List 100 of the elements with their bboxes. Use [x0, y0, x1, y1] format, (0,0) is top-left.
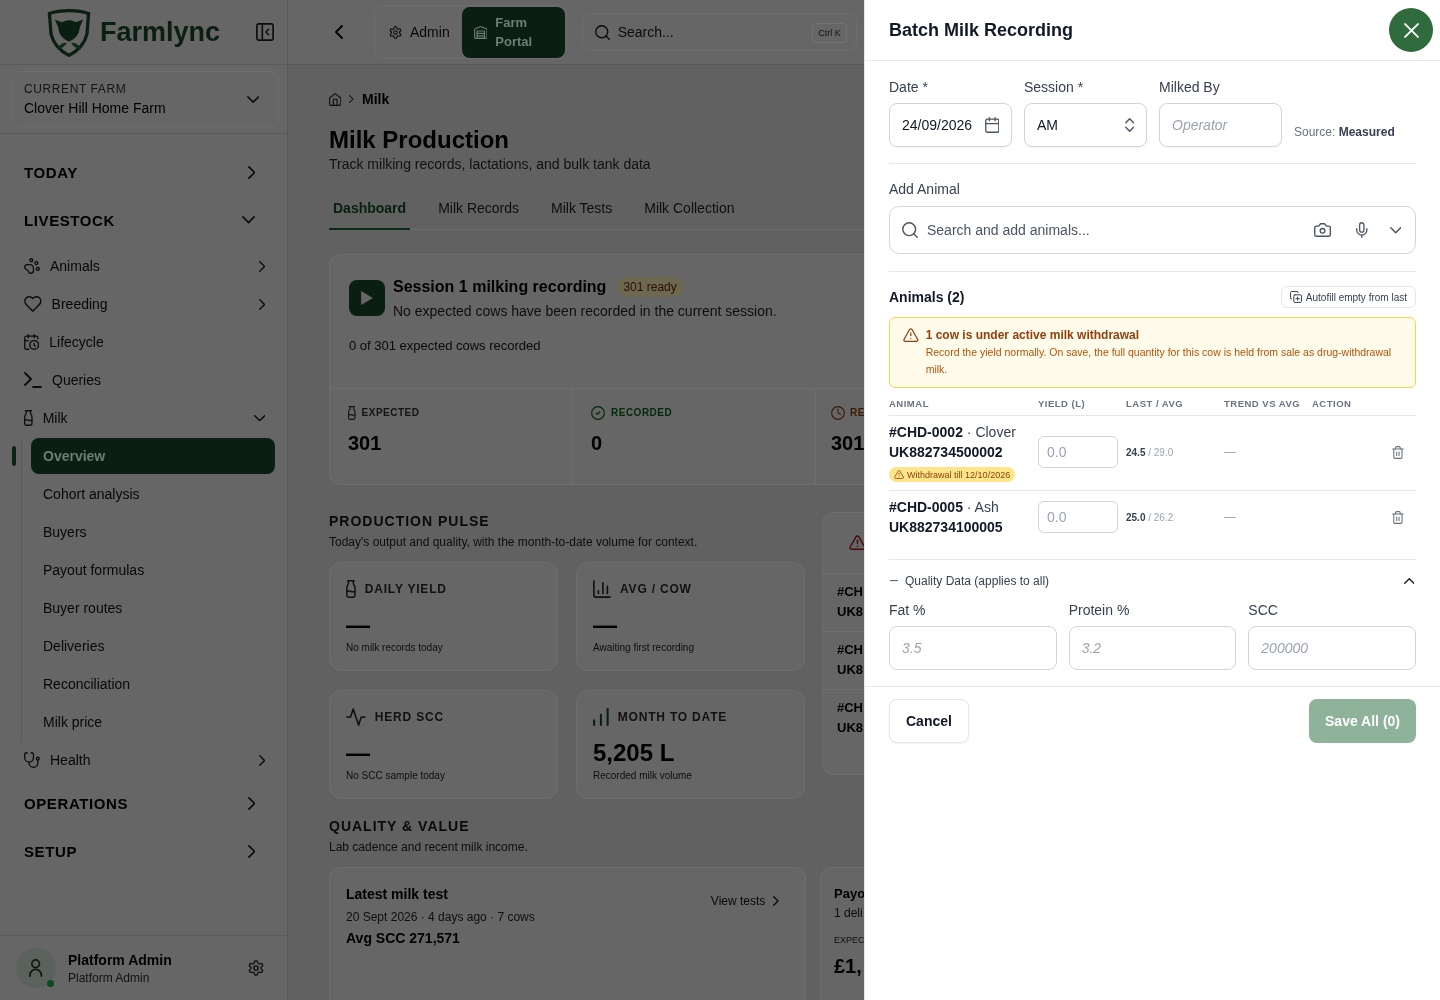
nav-subitem[interactable]: Buyers	[31, 514, 275, 550]
nav-subitem[interactable]: Deliveries	[31, 628, 275, 664]
chevron-down-icon	[246, 95, 259, 103]
nav-section[interactable]: LIVESTOCK	[0, 196, 287, 244]
animal-tag-text: #CH	[837, 641, 864, 659]
check-circle-icon	[591, 406, 605, 420]
field-label: Milked By	[1159, 78, 1221, 97]
chevron-right-icon	[773, 896, 779, 906]
session-title: Session 1 milking recording	[393, 278, 607, 296]
animal-name: #CHD-0002 · Clover	[889, 423, 1016, 442]
nav-section[interactable]: OPERATIONS	[0, 779, 287, 827]
portal-tab[interactable]: Admin	[375, 6, 462, 58]
nav-subitem[interactable]: Buyer routes	[31, 590, 275, 626]
calendar-clock-icon	[24, 334, 40, 350]
section-subtitle: Lab cadence and recent milk income.	[329, 839, 529, 855]
stat-label: RE	[850, 406, 864, 420]
avatar-icon	[16, 948, 56, 988]
metric-value: —	[593, 611, 618, 639]
nav-subitem[interactable]: Payout formulas	[31, 552, 275, 588]
close-icon	[1403, 22, 1419, 38]
yield-input[interactable]: 0.0	[1038, 501, 1118, 533]
close-button[interactable]	[1389, 8, 1433, 52]
card-title: Latest milk test	[346, 885, 449, 904]
tab[interactable]: Milk Collection	[640, 186, 739, 230]
withdrawal-text: Withdrawal till 12/10/2026	[907, 469, 1011, 480]
column-header: ANIMAL	[889, 398, 930, 409]
animal-id: UK882734100005	[889, 518, 1003, 537]
clock-icon	[831, 406, 845, 420]
camera-icon[interactable]	[1313, 223, 1331, 237]
farm-name: Clover Hill Home Farm	[24, 98, 166, 118]
page-title: Milk Production	[329, 126, 510, 154]
shortcut-hint: Ctrl K	[812, 23, 847, 43]
nav-subitem[interactable]: Overview	[31, 438, 275, 474]
nav-subitem[interactable]: Cohort analysis	[31, 476, 275, 512]
column-header: LAST / AVG	[1126, 398, 1185, 409]
animal-tag-text: #CH	[837, 583, 864, 601]
chevron-right-icon	[349, 95, 354, 103]
animal-search-field[interactable]: Search and add animals...	[889, 206, 1416, 254]
farm-switcher[interactable]: CURRENT FARM Clover Hill Home Farm	[12, 71, 279, 127]
nav-item[interactable]: Queries	[0, 361, 287, 399]
farm-label: CURRENT FARM	[24, 80, 128, 97]
select-field[interactable]: AM	[1024, 103, 1147, 147]
nav-subitem[interactable]: Reconciliation	[31, 666, 275, 702]
autofill-button[interactable]: Autofill empty from last	[1280, 286, 1416, 308]
nav-item[interactable]: Health	[0, 741, 287, 779]
tab[interactable]: Milk Records	[434, 186, 524, 230]
text-field[interactable]: Operator	[1159, 103, 1282, 147]
metric-label: DAILY YIELD	[364, 582, 447, 596]
copy-plus-icon	[1289, 291, 1302, 303]
view-tests-link[interactable]: View tests	[710, 894, 779, 908]
section-title: Animals (2)	[889, 289, 965, 305]
number-field[interactable]: 200000	[1248, 626, 1416, 670]
date-field[interactable]: 24/09/2026	[889, 103, 1012, 147]
panel-title: Batch Milk Recording	[889, 19, 1074, 41]
nav-section[interactable]: SETUP	[0, 827, 287, 875]
tab[interactable]: Milk Tests	[547, 186, 617, 230]
search-icon	[594, 24, 610, 40]
card-label: EXPEC	[834, 934, 864, 946]
nav-item[interactable]: Animals	[0, 247, 287, 285]
trash-icon[interactable]	[1392, 510, 1404, 524]
home-icon[interactable]	[329, 92, 342, 106]
bar-chart-icon	[593, 580, 611, 598]
nav-item[interactable]: Breeding	[0, 285, 287, 323]
quality-toggle[interactable]: Quality Data (applies to all)	[889, 566, 1416, 596]
tab[interactable]: Dashboard	[329, 186, 411, 230]
nav-subitem[interactable]: Milk price	[31, 704, 275, 740]
animal-id-text: UK8	[837, 603, 864, 621]
warning-icon	[894, 470, 905, 479]
bottle-icon	[346, 580, 356, 598]
nav-section[interactable]: TODAY	[0, 148, 287, 196]
number-field[interactable]: 3.5	[889, 626, 1057, 670]
cancel-button[interactable]: Cancel	[889, 699, 969, 743]
portal-tab[interactable]: Farm Portal	[461, 6, 565, 58]
metric-label: MONTH TO DATE	[617, 710, 728, 724]
column-header: YIELD (L)	[1038, 398, 1087, 409]
field-label: Protein %	[1068, 601, 1131, 620]
card-value: £1,	[834, 954, 863, 978]
animal-tag-text: #CH	[837, 699, 864, 717]
nav-item[interactable]: Milk	[0, 399, 287, 437]
animal-id-text: UK8	[837, 719, 864, 737]
number-field[interactable]: 3.2	[1068, 626, 1237, 670]
trend-value: —	[1224, 510, 1236, 524]
status-badge: 301 ready	[616, 277, 684, 297]
warehouse-icon	[473, 25, 488, 39]
settings-icon[interactable]	[248, 960, 264, 976]
trash-icon[interactable]	[1392, 445, 1404, 459]
metric-label: HERD SCC	[374, 710, 444, 724]
collapse-sidebar-icon[interactable]	[256, 23, 274, 41]
paw-icon	[24, 258, 40, 274]
back-icon[interactable]	[335, 25, 343, 39]
yield-input[interactable]: 0.0	[1038, 436, 1118, 468]
card-summary: Avg SCC 271,571	[346, 929, 461, 948]
microphone-icon[interactable]	[1356, 222, 1368, 238]
user-role: Platform Admin	[68, 969, 151, 986]
nav-item[interactable]: Lifecycle	[0, 323, 287, 361]
field-label: Session *	[1024, 78, 1085, 97]
card-meta: 1 deli	[834, 905, 864, 922]
metric-label: AVG / COW	[620, 582, 692, 596]
minus-icon	[890, 580, 898, 582]
chevron-down-icon[interactable]	[1389, 227, 1401, 234]
